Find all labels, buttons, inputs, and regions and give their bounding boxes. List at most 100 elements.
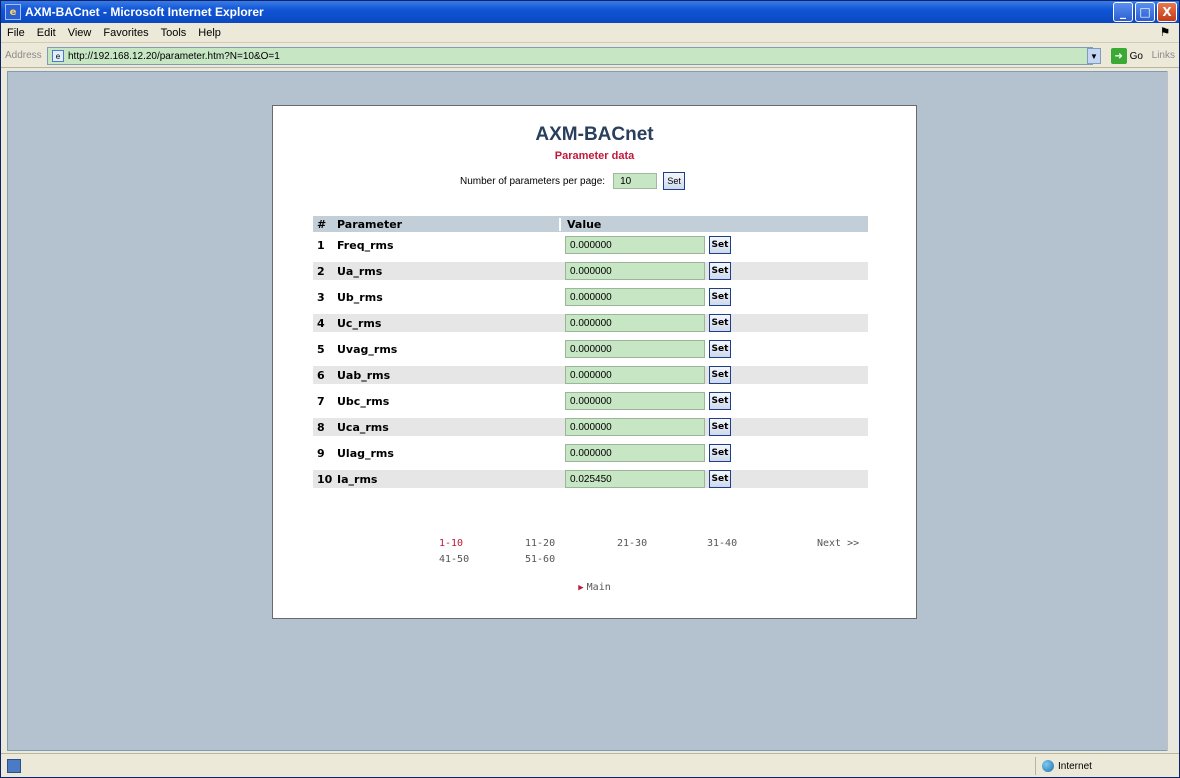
go-arrow-icon: ➜: [1110, 48, 1127, 64]
value-input[interactable]: 0.000000: [565, 340, 705, 358]
address-bar: Address e http://192.168.12.20/parameter…: [1, 44, 1179, 68]
row-set-button[interactable]: Set: [709, 288, 731, 306]
row-parameter: Ia_rms: [337, 472, 378, 486]
vertical-scrollbar[interactable]: [1167, 71, 1179, 751]
row-parameter: Ulag_rms: [337, 446, 394, 460]
row-parameter: Freq_rms: [337, 238, 394, 252]
per-page-control: Number of parameters per page: 10 Set: [460, 172, 686, 190]
page-link-41-50[interactable]: 41-50: [439, 554, 469, 565]
row-value-cell: 0.025450 Set: [559, 470, 731, 488]
go-button[interactable]: ➜ Go: [1110, 48, 1143, 64]
main-link[interactable]: ▶ Main: [273, 582, 916, 593]
menu-view[interactable]: View: [68, 27, 92, 39]
row-value-cell: 0.000000 Set: [559, 340, 731, 358]
address-input[interactable]: e http://192.168.12.20/parameter.htm?N=1…: [47, 47, 1093, 65]
row-value-cell: 0.000000 Set: [559, 262, 731, 280]
close-button[interactable]: X: [1157, 2, 1177, 22]
row-set-button[interactable]: Set: [709, 470, 731, 488]
table-row: 2 Ua_rms 0.000000 Set: [313, 258, 868, 284]
security-zone: Internet: [1035, 757, 1175, 775]
row-set-button[interactable]: Set: [709, 418, 731, 436]
page-link-31-40[interactable]: 31-40: [707, 538, 737, 549]
menu-edit[interactable]: Edit: [37, 27, 56, 39]
row-parameter: Uca_rms: [337, 420, 389, 434]
table-row: 9 Ulag_rms 0.000000 Set: [313, 440, 868, 466]
menu-bar: File Edit View Favorites Tools Help ⚑: [1, 23, 1179, 43]
table-row: 7 Ubc_rms 0.000000 Set: [313, 388, 868, 414]
value-input[interactable]: 0.000000: [565, 392, 705, 410]
table-row: 1 Freq_rms 0.000000 Set: [313, 232, 868, 258]
menu-file[interactable]: File: [7, 27, 25, 39]
header-parameter: Parameter: [337, 217, 403, 231]
row-parameter: Ub_rms: [337, 290, 383, 304]
row-number: 5: [317, 342, 325, 356]
page-title: AXM-BACnet: [535, 124, 654, 145]
row-number: 2: [317, 264, 325, 278]
page-link-1-10[interactable]: 1-10: [439, 538, 463, 549]
value-input[interactable]: 0.025450: [565, 470, 705, 488]
value-input[interactable]: 0.000000: [565, 314, 705, 332]
globe-icon: [1042, 760, 1054, 772]
value-input[interactable]: 0.000000: [565, 418, 705, 436]
row-value-cell: 0.000000 Set: [559, 444, 731, 462]
maximize-button[interactable]: □: [1135, 2, 1155, 22]
links-label[interactable]: Links: [1152, 50, 1175, 61]
value-input[interactable]: 0.000000: [565, 288, 705, 306]
row-number: 10: [317, 472, 333, 486]
row-parameter: Uvag_rms: [337, 342, 398, 356]
page-link-11-20[interactable]: 11-20: [525, 538, 555, 549]
table-header: # Parameter Value: [313, 216, 868, 232]
row-number: 1: [317, 238, 325, 252]
per-page-input[interactable]: 10: [613, 173, 658, 189]
ie-icon: e: [5, 4, 21, 20]
address-url: http://192.168.12.20/parameter.htm?N=10&…: [68, 50, 280, 62]
row-parameter: Uc_rms: [337, 316, 382, 330]
page-link-51-60[interactable]: 51-60: [525, 554, 555, 565]
menu-tools[interactable]: Tools: [161, 27, 187, 39]
zone-label: Internet: [1058, 760, 1092, 772]
menu-favorites[interactable]: Favorites: [103, 27, 148, 39]
table-row: 5 Uvag_rms 0.000000 Set: [313, 336, 868, 362]
table-row: 8 Uca_rms 0.000000 Set: [313, 414, 868, 440]
row-set-button[interactable]: Set: [709, 366, 731, 384]
row-set-button[interactable]: Set: [709, 314, 731, 332]
minimize-button[interactable]: _: [1113, 2, 1133, 22]
row-parameter: Ua_rms: [337, 264, 383, 278]
menu-help[interactable]: Help: [198, 27, 221, 39]
value-input[interactable]: 0.000000: [565, 236, 705, 254]
parameter-table: # Parameter Value 1 Freq_rms 0.000000 Se…: [313, 216, 868, 492]
row-value-cell: 0.000000 Set: [559, 418, 731, 436]
page-status-icon: [7, 759, 21, 773]
row-value-cell: 0.000000 Set: [559, 236, 731, 254]
windows-logo-icon: ⚑: [1159, 25, 1171, 39]
page-subtitle: Parameter data: [554, 150, 635, 162]
address-dropdown-icon[interactable]: ▼: [1087, 48, 1101, 64]
row-set-button[interactable]: Set: [709, 392, 731, 410]
row-parameter: Uab_rms: [337, 368, 391, 382]
row-number: 6: [317, 368, 325, 382]
parameter-panel: AXM-BACnet Parameter data Number of para…: [272, 105, 917, 619]
next-page-link[interactable]: Next >>: [817, 538, 859, 549]
row-number: 8: [317, 420, 325, 434]
header-value: Value: [559, 217, 865, 231]
per-page-set-button[interactable]: Set: [663, 172, 686, 190]
go-label: Go: [1129, 50, 1143, 62]
value-input[interactable]: 0.000000: [565, 366, 705, 384]
row-number: 4: [317, 316, 325, 330]
row-set-button[interactable]: Set: [709, 262, 731, 280]
table-row: 6 Uab_rms 0.000000 Set: [313, 362, 868, 388]
value-input[interactable]: 0.000000: [565, 262, 705, 280]
row-value-cell: 0.000000 Set: [559, 314, 731, 332]
row-number: 7: [317, 394, 325, 408]
table-row: 3 Ub_rms 0.000000 Set: [313, 284, 868, 310]
page-link-21-30[interactable]: 21-30: [617, 538, 647, 549]
row-value-cell: 0.000000 Set: [559, 288, 731, 306]
browser-window: e AXM-BACnet - Microsoft Internet Explor…: [0, 0, 1180, 778]
row-set-button[interactable]: Set: [709, 444, 731, 462]
per-page-label: Number of parameters per page:: [460, 175, 606, 187]
row-value-cell: 0.000000 Set: [559, 366, 731, 384]
row-set-button[interactable]: Set: [709, 236, 731, 254]
row-set-button[interactable]: Set: [709, 340, 731, 358]
value-input[interactable]: 0.000000: [565, 444, 705, 462]
status-bar: Internet: [1, 753, 1179, 777]
